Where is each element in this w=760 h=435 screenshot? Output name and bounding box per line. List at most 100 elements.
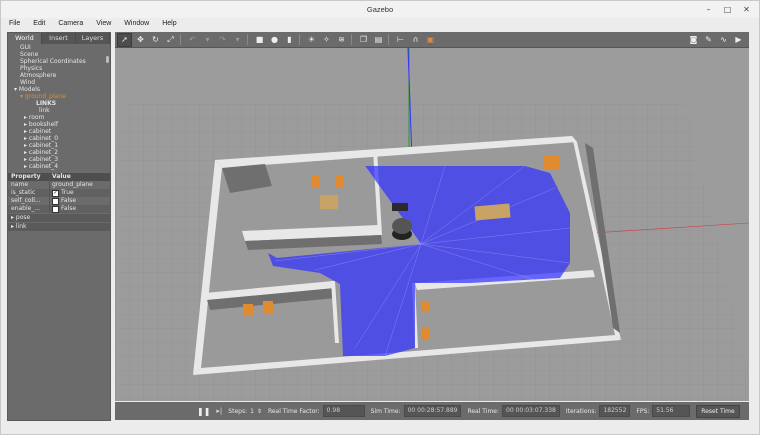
tree-item-gui[interactable]: GUI: [10, 44, 110, 51]
tree-item-link[interactable]: link: [10, 107, 110, 114]
tree-item-bookshelf[interactable]: ▸ bookshelf: [10, 121, 110, 128]
tree-item-scene[interactable]: Scene: [10, 51, 110, 58]
enable-wind-checkbox[interactable]: [52, 205, 59, 213]
video-record-icon[interactable]: ▶: [732, 34, 745, 46]
fps-label: FPS:: [636, 407, 650, 415]
tab-insert[interactable]: Insert: [42, 33, 76, 44]
maximize-button[interactable]: □: [721, 3, 734, 16]
property-value: False: [61, 197, 77, 204]
tab-world[interactable]: World: [8, 33, 42, 44]
property-group-pose[interactable]: ▸ pose: [8, 214, 110, 222]
tree-scrollbar[interactable]: [106, 56, 109, 63]
property-group-link[interactable]: ▸ link: [8, 223, 110, 231]
tab-layers[interactable]: Layers: [76, 33, 110, 44]
property-label: name: [8, 181, 50, 189]
self-collide-checkbox[interactable]: [52, 197, 59, 205]
tree-item-cabinet-0[interactable]: ▸ cabinet_0: [10, 135, 110, 142]
gazebo-window: Gazebo – □ ✕ File Edit Camera View Windo…: [0, 0, 760, 435]
is-static-checkbox[interactable]: ✓: [52, 189, 59, 197]
undo-icon[interactable]: ↶: [186, 34, 199, 46]
tree-label-cabinet-1: cabinet_1: [28, 142, 59, 149]
tree-item-wind[interactable]: Wind: [10, 79, 110, 86]
property-table: Property Value name ground_plane is_stat…: [8, 173, 110, 231]
menu-bar: File Edit Camera View Window Help: [1, 18, 759, 30]
snap-icon[interactable]: ∩: [409, 34, 422, 46]
property-value[interactable]: ground_plane: [50, 181, 110, 189]
cylinder-shape-icon[interactable]: ▮: [283, 34, 296, 46]
status-bar: ❚❚ ▸| Steps: 1 ⇕ Real Time Factor: 0.98 …: [115, 402, 749, 420]
menu-edit[interactable]: Edit: [25, 18, 50, 30]
directional-light-icon[interactable]: ≋: [335, 34, 348, 46]
tree-item-ground-plane[interactable]: ▾ ground_plane: [10, 93, 110, 100]
bookshelf-model: [543, 156, 559, 170]
steps-value[interactable]: 1: [250, 408, 254, 415]
undo-dropdown-icon[interactable]: ▾: [201, 34, 214, 46]
sphere-shape-icon[interactable]: ●: [268, 34, 281, 46]
steps-label: Steps:: [228, 407, 248, 415]
plot-icon[interactable]: ∿: [717, 34, 730, 46]
menu-camera[interactable]: Camera: [50, 18, 88, 30]
tree-item-physics[interactable]: Physics: [10, 65, 110, 72]
select-mode-icon[interactable]: ➚: [117, 32, 132, 47]
menu-window[interactable]: Window: [116, 18, 154, 30]
rtf-label: Real Time Factor:: [267, 407, 320, 415]
translate-mode-icon[interactable]: ✥: [134, 34, 147, 46]
log-icon[interactable]: ✎: [702, 34, 715, 46]
tree-item-cabinet-3[interactable]: ▸ cabinet_3: [10, 156, 110, 163]
align-icon[interactable]: ⊢: [394, 34, 407, 46]
iterations-value: 182552: [599, 405, 631, 417]
tree-item-atmosphere[interactable]: Atmosphere: [10, 72, 110, 79]
title-bar: Gazebo – □ ✕: [1, 1, 759, 19]
property-label: enable_...: [8, 205, 50, 213]
3d-viewport[interactable]: [115, 48, 749, 401]
tree-label-cabinet-3: cabinet_3: [28, 156, 59, 163]
spot-light-icon[interactable]: ✧: [320, 34, 333, 46]
change-view-icon[interactable]: ▣: [424, 34, 437, 46]
reset-time-button[interactable]: Reset Time: [696, 404, 740, 418]
tree-item-cabinet[interactable]: ▸ cabinet: [10, 128, 110, 135]
pause-icon[interactable]: ❚❚: [197, 407, 210, 416]
screenshot-icon[interactable]: ◙: [687, 34, 700, 46]
left-tabs: World Insert Layers: [8, 33, 110, 44]
menu-help[interactable]: Help: [154, 18, 181, 30]
rotate-mode-icon[interactable]: ↻: [149, 34, 162, 46]
window-title: Gazebo: [366, 5, 394, 14]
tree-item-cabinet-4[interactable]: ▸ cabinet_4: [10, 163, 110, 170]
scale-mode-icon[interactable]: ⤢: [164, 34, 177, 46]
rtf-value: 0.98: [322, 405, 365, 417]
copy-icon[interactable]: ❐: [357, 34, 370, 46]
box-shape-icon[interactable]: ■: [253, 34, 266, 46]
cabinet-model: [421, 301, 430, 312]
property-row-self-collide: self_coll... False: [8, 197, 110, 205]
table-model: [320, 195, 338, 209]
real-time-value: 00 00:03:07.338: [502, 405, 560, 417]
property-header: Property Value: [8, 173, 110, 181]
tree-label-cabinet-2: cabinet_2: [28, 149, 59, 156]
tree-item-spherical[interactable]: Spherical Coordinates: [10, 58, 110, 65]
minimize-button[interactable]: –: [702, 3, 715, 16]
point-light-icon[interactable]: ☀: [305, 34, 318, 46]
tree-item-links: LINKS: [36, 100, 57, 107]
tree-item-cabinet-1[interactable]: ▸ cabinet_1: [10, 142, 110, 149]
tree-item-models[interactable]: ▾ Models: [10, 86, 110, 93]
redo-icon[interactable]: ↷: [216, 34, 229, 46]
tree-item-room[interactable]: ▸ room: [10, 114, 110, 121]
tree-item-cabinet-2[interactable]: ▸ cabinet_2: [10, 149, 110, 156]
menu-view[interactable]: View: [88, 18, 116, 30]
menu-file[interactable]: File: [1, 18, 25, 30]
tree-label-ground-plane: ground_plane: [24, 93, 66, 100]
toolbar: ➚ ✥ ↻ ⤢ ↶ ▾ ↷ ▾ ■ ● ▮ ☀ ✧ ≋ ❐ ▤ ⊢ ∩ ▣ ◙ …: [115, 32, 749, 48]
property-value: False: [61, 205, 77, 212]
property-label: self_coll...: [8, 197, 50, 205]
robot-part: [392, 203, 408, 211]
property-label: is_static: [8, 189, 50, 197]
paste-icon[interactable]: ▤: [372, 34, 385, 46]
fps-value: 51.56: [652, 405, 691, 417]
steps-stepper-icon[interactable]: ⇕: [257, 408, 262, 415]
step-icon[interactable]: ▸|: [216, 407, 222, 415]
tree-label-models: Models: [18, 86, 41, 93]
close-button[interactable]: ✕: [740, 3, 753, 16]
redo-dropdown-icon[interactable]: ▾: [231, 34, 244, 46]
tree-label-cabinet-4: cabinet_4: [28, 163, 59, 170]
property-column-header: Property: [8, 173, 50, 181]
